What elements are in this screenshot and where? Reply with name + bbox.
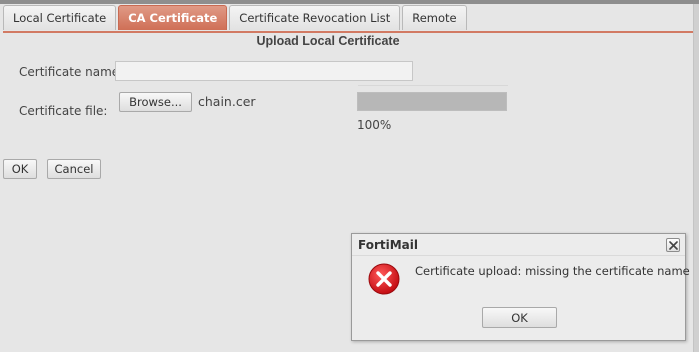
- error-dialog: FortiMail Certificate upload: missing th…: [351, 233, 690, 341]
- window-top-strip: [0, 0, 699, 4]
- selected-file-name: chain.cer: [198, 94, 256, 109]
- tab-remote[interactable]: Remote: [402, 5, 467, 30]
- close-icon: [668, 240, 678, 250]
- page-title: Upload Local Certificate: [256, 34, 400, 48]
- upload-progress-text: 100%: [357, 118, 392, 132]
- error-icon: [368, 263, 400, 295]
- tab-bar: Local Certificate CA Certificate Certifi…: [3, 5, 469, 31]
- upload-progress-fill: [358, 93, 506, 110]
- scrollbar[interactable]: [693, 4, 699, 352]
- dialog-divider: [352, 255, 685, 256]
- certificate-file-label: Certificate file:: [19, 104, 108, 118]
- dialog-message: Certificate upload: missing the certific…: [415, 264, 690, 278]
- browse-button[interactable]: Browse...: [119, 92, 192, 112]
- tab-ca-certificate[interactable]: CA Certificate: [118, 5, 228, 30]
- cancel-button[interactable]: Cancel: [47, 159, 101, 179]
- ok-button[interactable]: OK: [3, 159, 37, 179]
- tab-underline: [3, 31, 693, 33]
- divider: [358, 85, 508, 86]
- upload-progress-bar: [357, 92, 507, 111]
- certificate-name-input[interactable]: [115, 61, 413, 81]
- certificate-name-label: Certificate name:: [19, 65, 124, 79]
- tab-certificate-revocation-list[interactable]: Certificate Revocation List: [229, 5, 401, 30]
- close-button[interactable]: [666, 238, 680, 252]
- tab-local-certificate[interactable]: Local Certificate: [3, 5, 117, 30]
- dialog-title: FortiMail: [358, 238, 418, 252]
- dialog-ok-button[interactable]: OK: [482, 307, 557, 328]
